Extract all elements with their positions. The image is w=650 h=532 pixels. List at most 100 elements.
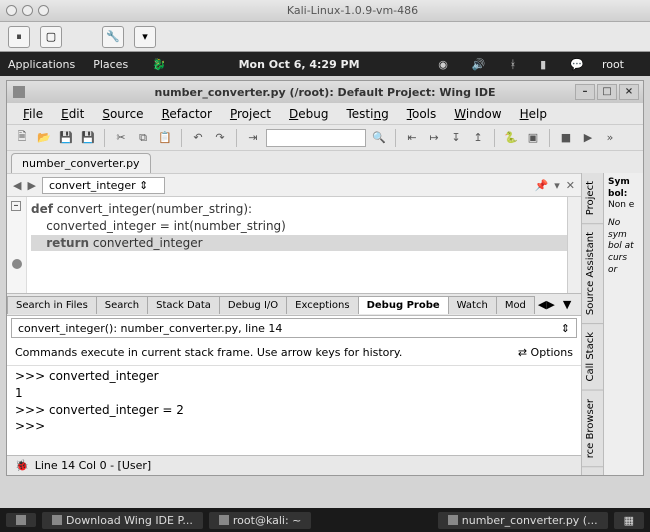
clock[interactable]: Mon Oct 6, 4:29 PM [239, 58, 360, 71]
stop-icon[interactable]: ■ [557, 129, 575, 147]
file-tab[interactable]: number_converter.py [11, 153, 151, 173]
tab-debug-probe[interactable]: Debug Probe [358, 296, 449, 314]
vm-toolbar: ⏸ ▢ 🔧 ▾ [0, 22, 650, 52]
maximize-button[interactable]: □ [597, 84, 617, 100]
side-tab-project[interactable]: Project [582, 173, 603, 224]
workspace-switcher[interactable]: ▦ [614, 512, 644, 529]
symbol-note: No sym bol at curs or [608, 218, 639, 276]
battery-icon[interactable]: ▮ [540, 58, 546, 71]
menu-window[interactable]: Window [446, 105, 509, 123]
pause-button[interactable]: ⏸ [8, 26, 30, 48]
open-icon[interactable]: 📂 [35, 129, 53, 147]
goto-icon[interactable]: ⇥ [244, 129, 262, 147]
fold-marker[interactable]: – [11, 201, 21, 211]
gnome-panel: Applications Places 🐉 Mon Oct 6, 4:29 PM… [0, 52, 650, 76]
tab-watch[interactable]: Watch [448, 296, 497, 314]
debug-console[interactable]: >>> converted_integer 1 >>> converted_in… [7, 365, 581, 455]
vm-titlebar: Kali-Linux-1.0.9-vm-486 [0, 0, 650, 22]
task-terminal[interactable]: root@kali: ~ [209, 512, 312, 529]
tabs-overflow-icon[interactable]: ◀▶ [534, 298, 559, 311]
save-icon[interactable]: 💾 [57, 129, 75, 147]
menu-help[interactable]: Help [512, 105, 555, 123]
options-icon[interactable]: ▾ [554, 179, 560, 192]
menu-testing[interactable]: Testing [338, 105, 396, 123]
symbol-info-panel: Sym bol: Non e No sym bol at curs or [603, 173, 643, 475]
dragon-icon[interactable]: 🐉 [152, 58, 166, 71]
side-tab-call-stack[interactable]: Call Stack [582, 324, 603, 391]
step-into-icon[interactable]: ↧ [447, 129, 465, 147]
taskbar: Download Wing IDE P... root@kali: ~ numb… [0, 508, 650, 532]
save-all-icon[interactable]: 💾 [79, 129, 97, 147]
menu-refactor[interactable]: Refactor [154, 105, 220, 123]
tab-exceptions[interactable]: Exceptions [286, 296, 358, 314]
indent-icon[interactable]: ⇤ [403, 129, 421, 147]
dropdown-button[interactable]: ▾ [134, 26, 156, 48]
menu-edit[interactable]: Edit [53, 105, 92, 123]
copy-icon[interactable]: ⧉ [134, 129, 152, 147]
vertical-scrollbar[interactable] [567, 197, 581, 293]
undo-icon[interactable]: ↶ [189, 129, 207, 147]
minimize-icon[interactable] [22, 5, 33, 16]
status-bar: 🐞 Line 14 Col 0 - [User] [7, 455, 581, 475]
show-desktop-button[interactable] [6, 513, 36, 527]
close-editor-icon[interactable]: ✕ [566, 179, 575, 192]
symbol-label: Sym bol: [608, 177, 639, 200]
minimize-button[interactable]: – [575, 84, 595, 100]
paste-icon[interactable]: 📋 [156, 129, 174, 147]
user-menu[interactable]: root [602, 58, 624, 71]
probe-hint-text: Commands execute in current stack frame.… [15, 346, 402, 359]
nav-forward-icon[interactable]: ▶ [27, 179, 35, 192]
cut-icon[interactable]: ✂ [112, 129, 130, 147]
task-wingide[interactable]: number_converter.py (... [438, 512, 608, 529]
new-file-icon[interactable]: 🗎 [13, 129, 31, 147]
breakpoint-marker[interactable] [12, 259, 22, 269]
code-editor[interactable]: – def convert_integer(number_string): co… [7, 197, 581, 293]
menu-project[interactable]: Project [222, 105, 279, 123]
options-link[interactable]: ⇄ Options [518, 346, 573, 359]
menu-source[interactable]: Source [94, 105, 151, 123]
tab-search[interactable]: Search [96, 296, 148, 314]
menu-debug[interactable]: Debug [281, 105, 336, 123]
bug-icon: 🐞 [15, 459, 29, 472]
side-tab-source-browser[interactable]: rce Browser [582, 391, 603, 467]
symbol-value: Non e [608, 200, 639, 212]
applications-menu[interactable]: Applications [8, 58, 75, 71]
search-icon[interactable]: 🔍 [370, 129, 388, 147]
bottom-tabs: Search in Files Search Stack Data Debug … [7, 293, 581, 315]
settings-button[interactable]: 🔧 [102, 26, 124, 48]
places-menu[interactable]: Places [93, 58, 128, 71]
close-button[interactable]: × [619, 84, 639, 100]
redo-icon[interactable]: ↷ [211, 129, 229, 147]
python-icon[interactable]: 🐍 [502, 129, 520, 147]
volume-icon[interactable]: 🔊 [472, 58, 486, 71]
tab-search-in-files[interactable]: Search in Files [7, 296, 97, 314]
step-out-icon[interactable]: ↥ [469, 129, 487, 147]
gutter [7, 197, 27, 293]
pin-icon[interactable]: 📌 [535, 179, 549, 192]
side-tab-source-assistant[interactable]: Source Assistant [582, 224, 603, 324]
tabs-menu-icon[interactable]: ▼ [559, 298, 575, 311]
function-dropdown[interactable]: convert_integer ⇕ [42, 177, 165, 194]
bluetooth-icon[interactable]: ᚼ [510, 58, 517, 71]
more-icon[interactable]: » [601, 129, 619, 147]
menu-file[interactable]: File [15, 105, 51, 123]
snapshot-button[interactable]: ▢ [40, 26, 62, 48]
search-input[interactable] [266, 129, 366, 147]
chat-icon[interactable]: 💬 [570, 58, 584, 71]
editor-nav: ◀ ▶ convert_integer ⇕ 📌 ▾ ✕ [7, 173, 581, 197]
close-icon[interactable] [6, 5, 17, 16]
task-download[interactable]: Download Wing IDE P... [42, 512, 203, 529]
stack-frame-selector[interactable]: convert_integer(): number_converter.py, … [11, 318, 577, 338]
status-text: Line 14 Col 0 - [User] [35, 459, 152, 472]
run-icon[interactable]: ▶ [579, 129, 597, 147]
recorder-icon[interactable]: ◉ [438, 58, 448, 71]
zoom-icon[interactable] [38, 5, 49, 16]
tab-debug-io[interactable]: Debug I/O [219, 296, 287, 314]
tab-modules[interactable]: Mod [496, 296, 535, 314]
terminal-icon[interactable]: ▣ [524, 129, 542, 147]
nav-back-icon[interactable]: ◀ [13, 179, 21, 192]
tab-stack-data[interactable]: Stack Data [147, 296, 220, 314]
step-over-icon[interactable]: ↦ [425, 129, 443, 147]
menu-tools[interactable]: Tools [399, 105, 445, 123]
window-controls [6, 5, 49, 16]
